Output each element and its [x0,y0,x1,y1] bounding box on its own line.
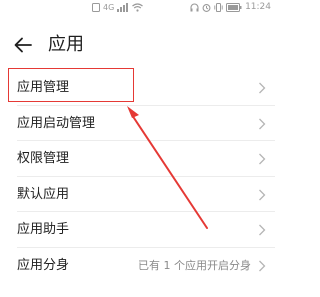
list-item-app-assistant[interactable]: 应用助手 [0,212,275,248]
chevron-right-icon [259,189,266,200]
chevron-right-icon [259,153,266,165]
chevron-right-icon [259,224,266,236]
list-item-label: 应用助手 [17,222,70,237]
wifi-icon [132,2,144,12]
list-item-default-apps[interactable]: 默认应用 [0,177,275,212]
settings-list: 应用管理 应用启动管理 权限管理 默认应用 应用助手 应用分身 已有 1 个应用… [0,70,275,283]
status-right: 11:24 [190,1,271,13]
list-item-label: 默认应用 [17,186,70,202]
list-item-label: 权限管理 [17,151,70,166]
status-bar: 4G 11:24 [0,0,275,14]
vibrate-icon [214,2,223,12]
list-item-permission-management[interactable]: 权限管理 [0,141,275,177]
status-left: 4G [92,1,144,13]
signal-icon [117,2,129,12]
status-time: 11:24 [245,2,271,12]
alarm-icon [202,3,211,12]
sim-icon [92,2,100,12]
list-item-app-launch-management[interactable]: 应用启动管理 [0,106,275,141]
headphone-icon [190,2,199,12]
page-title: 应用 [48,34,84,55]
list-item-app-twin[interactable]: 应用分身 已有 1 个应用开启分身 [0,248,275,284]
network-type-label: 4G [103,2,115,12]
chevron-right-icon [259,260,266,271]
battery-icon [226,2,242,12]
list-item-label: 应用分身 [17,257,70,273]
arrow-left-icon [12,37,34,59]
list-item-value: 已有 1 个应用开启分身 [138,258,251,272]
list-item-label: 应用启动管理 [17,115,96,131]
back-button[interactable] [12,35,34,55]
app-header: 应用 [0,30,275,60]
list-item-label: 应用管理 [17,80,70,95]
list-item-app-management[interactable]: 应用管理 [0,70,275,106]
chevron-right-icon [259,118,266,129]
chevron-right-icon [259,82,266,94]
